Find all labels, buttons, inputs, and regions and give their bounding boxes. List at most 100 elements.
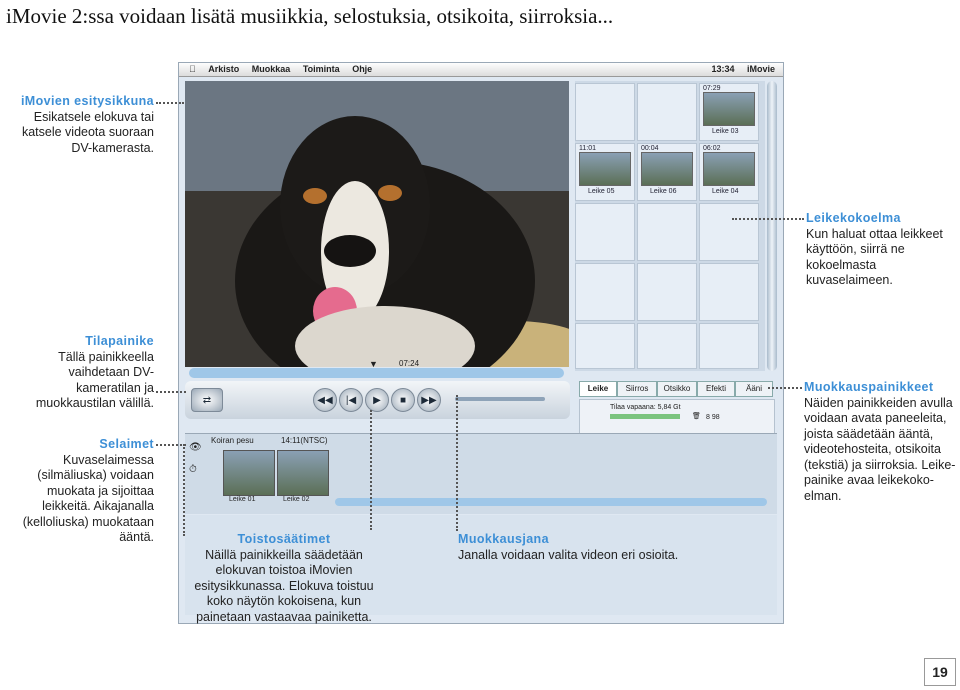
clip-slot[interactable] <box>575 203 635 261</box>
dog-photo <box>185 81 569 367</box>
tab-efekti[interactable]: Efekti <box>697 381 735 397</box>
annotation-title: Tilapainike <box>85 334 154 348</box>
forward-icon[interactable]: ▶▶ <box>417 388 441 412</box>
trash-icon[interactable]: 🗑 <box>692 412 701 420</box>
tab-leike[interactable]: Leike <box>579 381 617 397</box>
tab-siirros[interactable]: Siirros <box>617 381 657 397</box>
track-clip-thumbnail[interactable] <box>277 450 329 496</box>
timeline-scrollbar[interactable] <box>335 498 767 506</box>
edit-tabs: Leike Siirros Otsikko Efekti Ääni <box>579 381 773 397</box>
annotation-text: Näiden painikkeiden avulla voidaan avata… <box>804 395 956 503</box>
menu-clock: 13:34 <box>711 64 735 74</box>
clip-label: Leike 05 <box>588 188 615 195</box>
menu-app-name[interactable]: iMovie <box>747 64 775 74</box>
annotation-selaimet: Selaimet Kuvaselaimessa (silmäliuska) vo… <box>4 437 154 546</box>
track-title: Koiran pesu <box>211 436 254 445</box>
leader-line <box>370 410 372 530</box>
page-heading: iMovie 2:ssa voidaan lisätä musiikkia, s… <box>6 4 614 28</box>
track-clip-label: Leike 02 <box>283 496 310 503</box>
scrubber-bar[interactable] <box>189 368 564 378</box>
annotation-toistosaatimet: Toistosäätimet Näillä painikkeilla sääde… <box>186 532 382 625</box>
rewind-icon[interactable]: ◀◀ <box>313 388 337 412</box>
clip-label: Leike 03 <box>712 128 739 135</box>
tab-otsikko[interactable]: Otsikko <box>657 381 697 397</box>
eye-tab-icon[interactable]: 👁 <box>189 442 202 453</box>
menu-toiminta[interactable]: Toiminta <box>303 64 340 74</box>
volume-slider[interactable] <box>455 397 545 401</box>
annotation-title: Toistosäätimet <box>237 532 331 546</box>
page-number: 19 <box>924 658 956 686</box>
clip-slot[interactable] <box>699 203 759 261</box>
clip-slot[interactable]: 11:01 Leike 05 <box>575 143 635 201</box>
annotation-text: Kuvaselaimessa (silmäliuska) voidaan muo… <box>22 452 154 545</box>
disk-meter <box>610 414 680 419</box>
clip-label: Leike 06 <box>650 188 677 195</box>
annotation-text: Tällä painikkeella vaihdetaan DV-kamerat… <box>35 349 154 411</box>
mode-switch-icon[interactable]: ⇄ <box>191 388 223 412</box>
clip-slot[interactable] <box>575 263 635 321</box>
track-time: 14:11(NTSC) <box>281 436 328 445</box>
disk-size-label: 8 98 <box>706 414 720 421</box>
clips-scrollbar[interactable] <box>767 81 777 371</box>
annotation-esitysikkuna: iMovien esitysikkuna Esikatsele elokuva … <box>4 94 154 156</box>
clip-thumbnail[interactable] <box>703 152 755 186</box>
annotation-text: Näillä painikkeilla säädetään elokuvan t… <box>194 547 374 624</box>
apple-icon[interactable]:  <box>189 64 196 74</box>
clip-time: 00:04 <box>641 145 659 152</box>
clip-thumbnail[interactable] <box>641 152 693 186</box>
play-icon[interactable]: ▶ <box>365 388 389 412</box>
annotation-title: Muokkausjana <box>458 532 549 546</box>
annotation-title: iMovien esitysikkuna <box>20 94 154 108</box>
clip-time: 11:01 <box>579 145 596 152</box>
playback-controls: ⇄ ◀◀ |◀ ▶ ■ ▶▶ <box>185 381 570 419</box>
clip-slot[interactable] <box>575 83 635 141</box>
clip-slot[interactable] <box>637 203 697 261</box>
clip-slot[interactable] <box>575 323 635 369</box>
leader-line <box>768 387 802 389</box>
clip-time: 07:29 <box>703 85 721 92</box>
annotation-title: Leikekokoelma <box>806 211 901 225</box>
playhead-icon[interactable]: ▼ <box>369 359 378 369</box>
clips-collection[interactable]: 07:29 Leike 03 11:01 Leike 05 00:04 Leik… <box>575 81 765 371</box>
clip-slot[interactable] <box>699 263 759 321</box>
clip-slot[interactable] <box>699 323 759 369</box>
annotation-text: Esikatsele elokuva tai katsele videota s… <box>21 109 154 155</box>
tab-aani[interactable]: Ääni <box>735 381 773 397</box>
leader-line <box>156 391 186 393</box>
track-clip-thumbnail[interactable] <box>223 450 275 496</box>
disk-free-label: Tilaa vapaana: 5,84 Gt <box>610 404 681 411</box>
timecode-label: 07:24 <box>399 359 420 368</box>
clip-slot[interactable]: 00:04 Leike 06 <box>637 143 697 201</box>
clip-viewer[interactable]: Koiran pesu 14:11(NTSC) 👁 ⏱ Leike 01 Lei… <box>185 433 777 514</box>
clock-tab-icon[interactable]: ⏱ <box>189 464 197 475</box>
preview-window <box>185 81 569 367</box>
fullscreen-icon[interactable]: ■ <box>391 388 415 412</box>
clip-slot[interactable] <box>637 263 697 321</box>
clip-thumbnail[interactable] <box>579 152 631 186</box>
clip-slot[interactable]: 07:29 Leike 03 <box>699 83 759 141</box>
leader-line <box>732 218 804 220</box>
clip-time: 06:02 <box>703 145 721 152</box>
annotation-title: Muokkauspainikkeet <box>804 380 934 394</box>
menu-ohje[interactable]: Ohje <box>352 64 372 74</box>
skip-back-icon[interactable]: |◀ <box>339 388 363 412</box>
clip-thumbnail[interactable] <box>703 92 755 126</box>
track-clip-label: Leike 01 <box>229 496 256 503</box>
clip-slot[interactable] <box>637 83 697 141</box>
annotation-text: Kun haluat ottaa leikkeet käyttöön, siir… <box>806 226 943 288</box>
annotation-title: Selaimet <box>99 437 154 451</box>
clip-slot[interactable]: 06:02 Leike 04 <box>699 143 759 201</box>
clip-label: Leike 04 <box>712 188 739 195</box>
annotation-tilapainike: Tilapainike Tällä painikkeella vaihdetaa… <box>4 334 154 412</box>
leader-line <box>156 102 184 104</box>
menu-bar:  Arkisto Muokkaa Toiminta Ohje 13:34 iM… <box>179 63 783 77</box>
menu-arkisto[interactable]: Arkisto <box>208 64 239 74</box>
leader-line <box>456 395 458 531</box>
annotation-leikekokoelma: Leikekokoelma Kun haluat ottaa leikkeet … <box>806 211 956 289</box>
annotation-text: Janalla voidaan valita videon eri osioit… <box>458 547 679 562</box>
clip-slot[interactable] <box>637 323 697 369</box>
leader-line <box>156 444 186 446</box>
leader-line <box>183 444 185 536</box>
annotation-muokkausjana: Muokkausjana Janalla voidaan valita vide… <box>458 532 698 563</box>
menu-muokkaa[interactable]: Muokkaa <box>252 64 291 74</box>
